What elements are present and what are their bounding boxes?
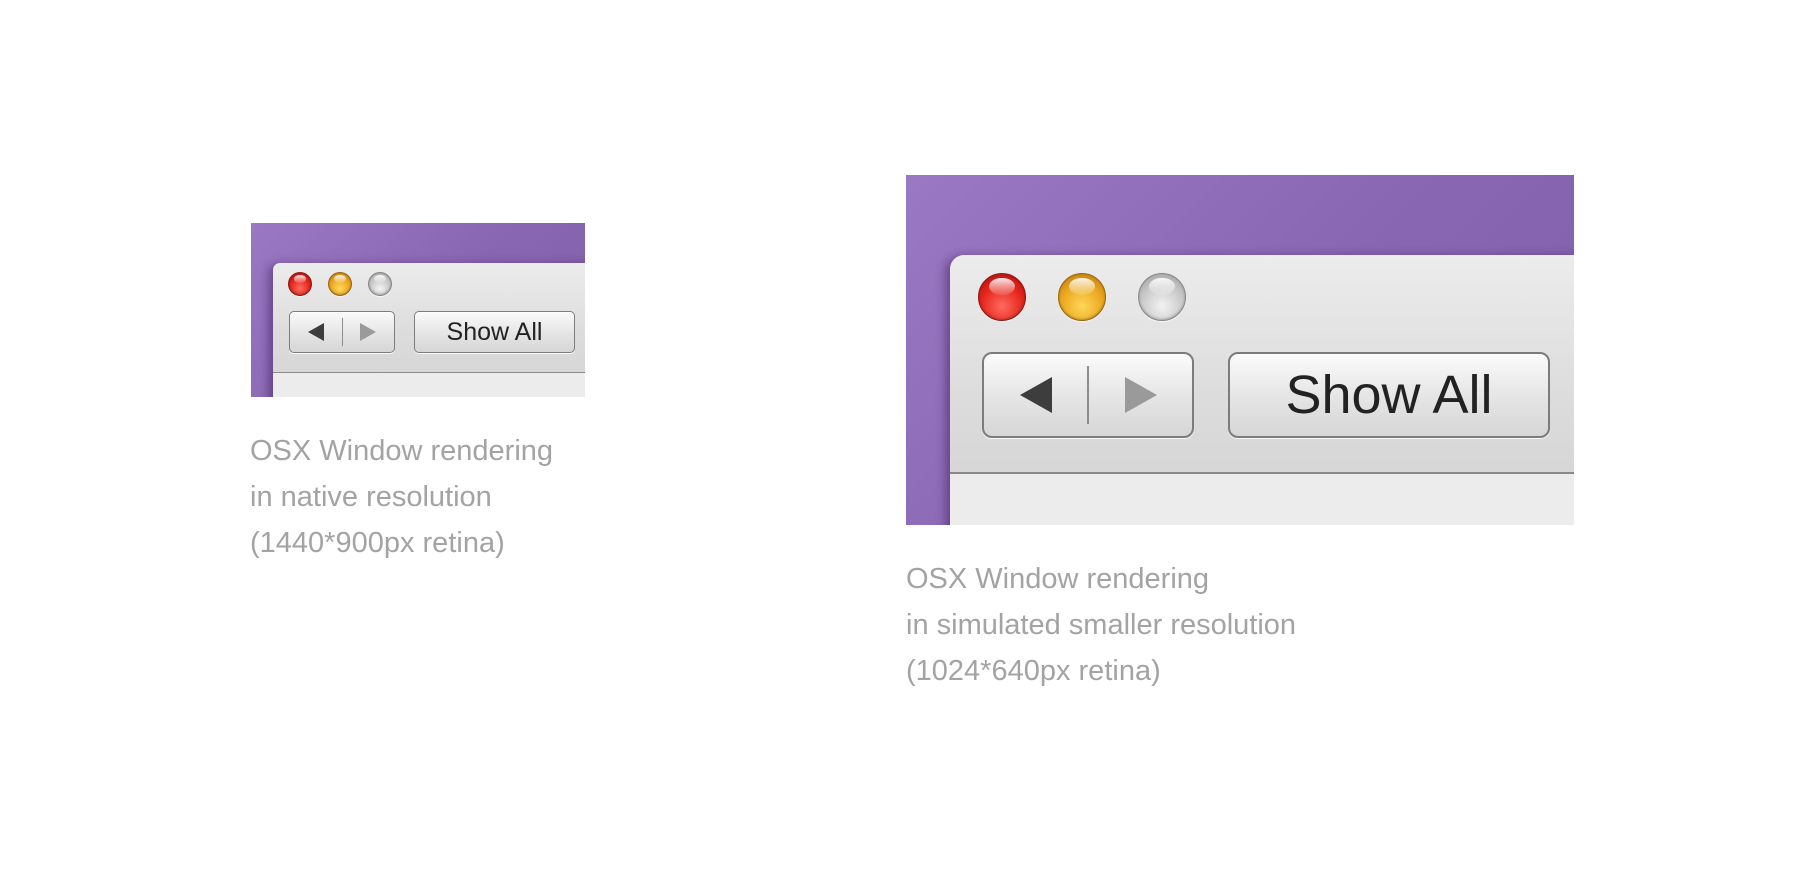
- back-button[interactable]: [290, 312, 342, 352]
- native-resolution-preview: Show All: [251, 223, 585, 397]
- caption-line: OSX Window rendering: [250, 435, 554, 467]
- forward-button[interactable]: [343, 312, 395, 352]
- window-content-area: [950, 472, 1574, 525]
- window-content-area: [273, 372, 585, 397]
- window-titlebar: Show All: [273, 263, 585, 397]
- forward-arrow-icon: [1124, 377, 1157, 413]
- back-arrow-icon: [307, 323, 324, 341]
- caption-line: OSX Window rendering: [906, 563, 1210, 595]
- back-forward-control: [982, 352, 1194, 438]
- caption-line: (1024*640px retina): [906, 655, 1161, 687]
- back-button[interactable]: [984, 354, 1087, 436]
- caption-line: in native resolution: [250, 481, 492, 513]
- show-all-button[interactable]: Show All: [414, 311, 575, 353]
- zoom-button-icon[interactable]: [1138, 273, 1186, 321]
- show-all-button[interactable]: Show All: [1228, 352, 1550, 438]
- caption-line: in simulated smaller resolution: [906, 609, 1297, 641]
- forward-button[interactable]: [1089, 354, 1192, 436]
- show-all-label: Show All: [1285, 365, 1493, 425]
- show-all-label: Show All: [446, 317, 543, 346]
- back-arrow-icon: [1019, 377, 1052, 413]
- native-caption: OSX Window rendering in native resolutio…: [250, 428, 650, 566]
- zoom-button-icon[interactable]: [368, 272, 392, 296]
- window-titlebar: Show All: [950, 255, 1574, 525]
- minimize-button-icon[interactable]: [328, 272, 352, 296]
- close-button-icon[interactable]: [288, 272, 312, 296]
- forward-arrow-icon: [360, 323, 377, 341]
- simulated-resolution-preview: Show All: [906, 175, 1574, 525]
- caption-line: (1440*900px retina): [250, 527, 505, 559]
- simulated-caption: OSX Window rendering in simulated smalle…: [906, 556, 1406, 694]
- close-button-icon[interactable]: [978, 273, 1026, 321]
- back-forward-control: [289, 311, 395, 353]
- minimize-button-icon[interactable]: [1058, 273, 1106, 321]
